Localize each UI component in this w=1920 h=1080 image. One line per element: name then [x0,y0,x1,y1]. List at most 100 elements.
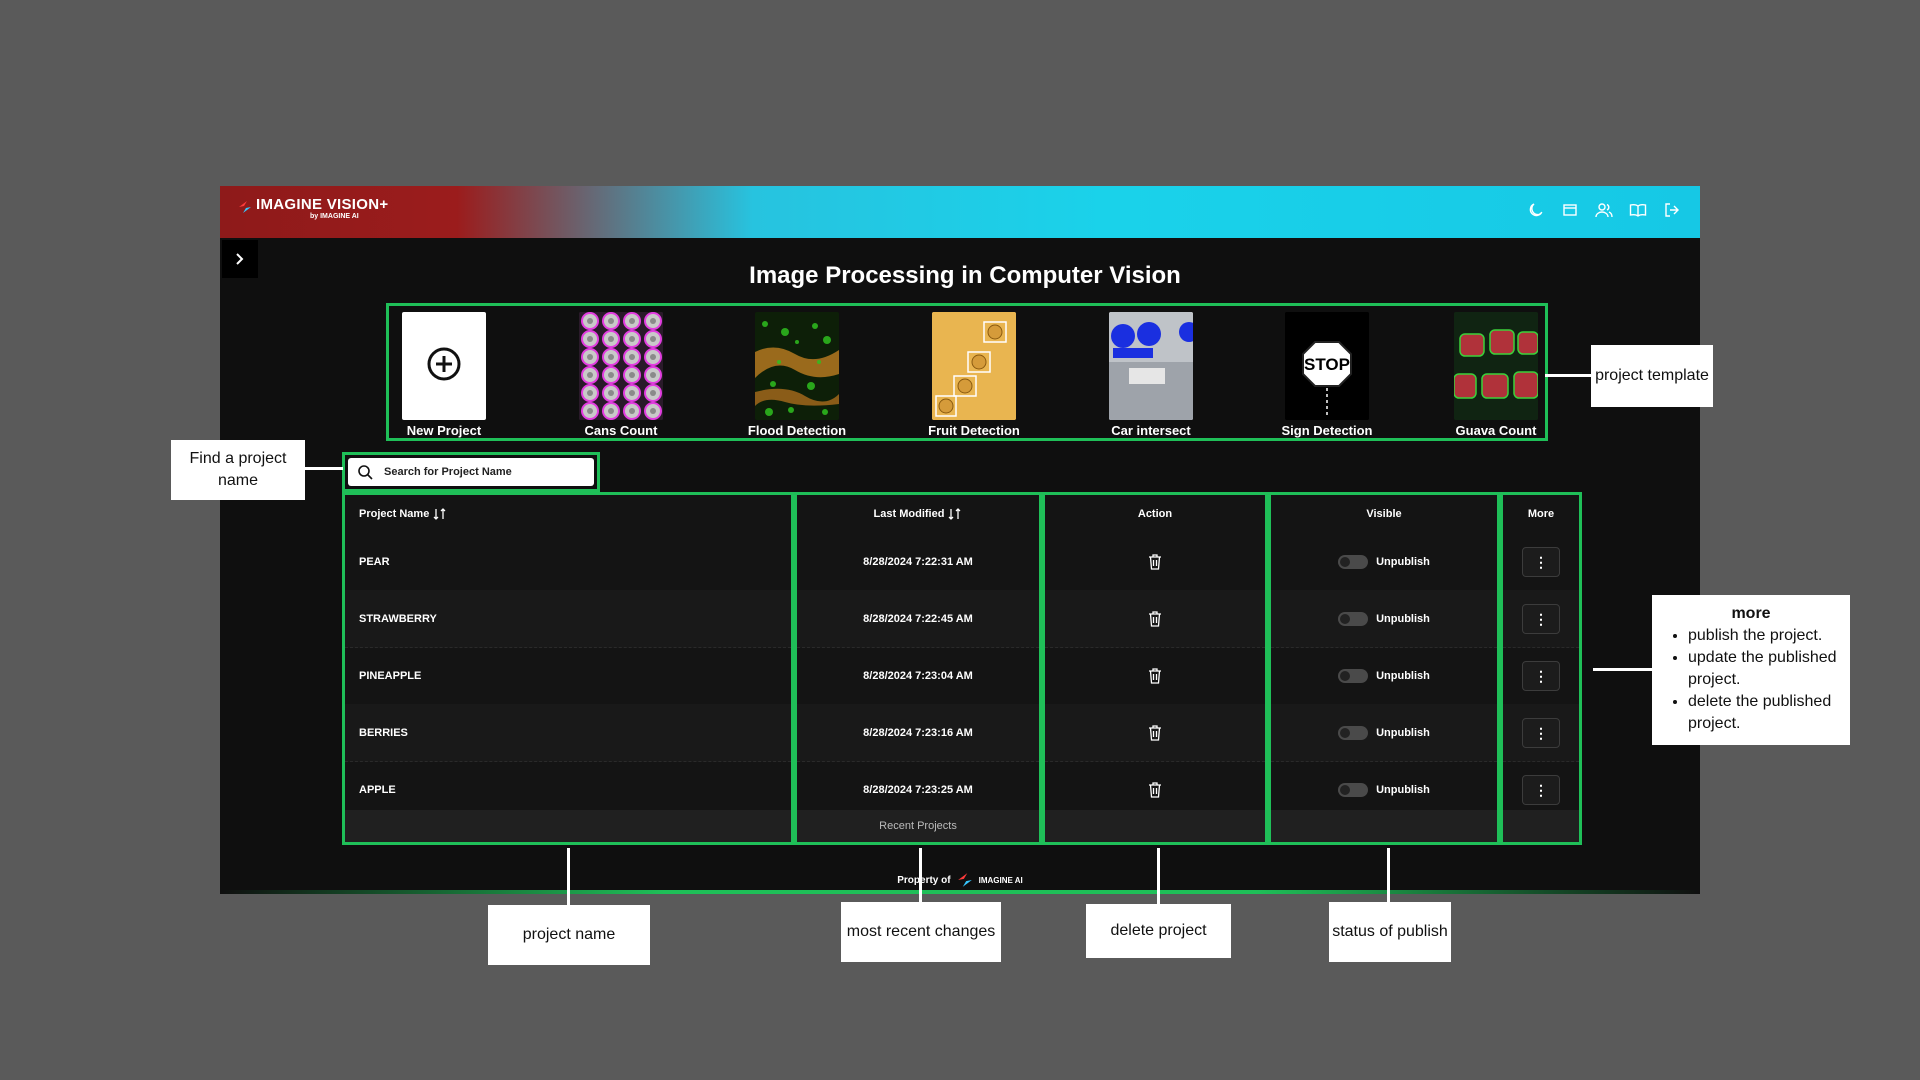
template-label: Sign Detection [1281,423,1373,438]
publish-status: Unpublish [1376,612,1430,625]
annotation-status-of-publish: status of publish [1329,902,1451,962]
app-logo[interactable]: IMAGINE VISION+ by IMAGINE AI [238,197,388,227]
svg-text:STOP: STOP [1304,355,1350,374]
trash-icon[interactable] [1148,610,1162,627]
annotation-project-name: project name [488,905,650,965]
more-cell: ⋮ [1503,647,1579,705]
action-cell [1045,590,1265,648]
visible-cell: Unpublish [1271,704,1497,762]
annotation-more: more publish the project. update the pub… [1652,595,1850,745]
template-flood-detection[interactable]: Flood Detection [745,312,849,440]
annotation-delete-project: delete project [1086,904,1231,958]
visible-cell: Unpublish [1271,533,1497,591]
template-thumbnail [932,312,1016,420]
more-options-button[interactable]: ⋮ [1522,660,1560,691]
table-row[interactable]: PEAR [345,533,791,591]
users-icon[interactable] [1594,200,1614,220]
template-guava-count[interactable]: Guava Count [1444,312,1548,440]
publish-toggle[interactable] [1338,725,1369,740]
more-options-button[interactable]: ⋮ [1522,546,1560,577]
plus-circle-icon [427,347,461,381]
window-icon[interactable] [1560,200,1580,220]
more-options-button[interactable]: ⋮ [1522,717,1560,748]
publish-status: Unpublish [1376,783,1430,796]
trash-icon[interactable] [1148,667,1162,684]
template-new-project[interactable]: New Project [392,312,496,440]
search-icon [348,464,382,480]
list-item: publish the project. [1688,625,1842,647]
sort-icon[interactable] [433,508,447,520]
visible-cell: Unpublish [1271,647,1497,705]
trash-icon[interactable] [1148,781,1162,798]
car-image [1109,312,1193,420]
header-more: More [1503,495,1579,533]
annotation-find-project: Find a project name [171,440,305,500]
modified-cell: 8/28/2024 7:22:45 AM [797,590,1039,648]
logo-subtitle: by IMAGINE AI [310,213,359,220]
logout-icon[interactable] [1662,200,1682,220]
column-action: Action [1042,492,1268,845]
annotation-more-title: more [1731,605,1771,622]
more-options-button[interactable]: ⋮ [1522,774,1560,805]
header-project-name[interactable]: Project Name [345,495,791,533]
annotation-project-template: project template [1591,345,1713,407]
visible-cell: Unpublish [1271,590,1497,648]
header-action: Action [1045,495,1265,533]
table-footer [1045,810,1265,842]
app-screenshot: IMAGINE VISION+ by IMAGINE AI Image Proc… [220,186,1700,894]
table-footer [1271,810,1497,842]
template-car-intersect[interactable]: Car intersect [1099,312,1203,440]
modified-cell: 8/28/2024 7:23:04 AM [797,647,1039,705]
publish-toggle[interactable] [1338,782,1369,797]
search-input[interactable] [382,465,576,479]
trash-icon[interactable] [1148,553,1162,570]
sort-icon[interactable] [948,508,962,520]
table-row[interactable]: STRAWBERRY [345,590,791,648]
book-icon[interactable] [1628,200,1648,220]
template-fruit-detection[interactable]: Fruit Detection [922,312,1026,440]
publish-status: Unpublish [1376,726,1430,739]
cans-image [579,312,663,420]
search-box[interactable] [348,458,594,486]
annotation-connector [305,467,343,470]
publish-toggle[interactable] [1338,611,1369,626]
modified-cell: 8/28/2024 7:23:16 AM [797,704,1039,762]
action-cell [1045,647,1265,705]
column-last-modified: Last Modified 8/28/2024 7:22:31 AM 8/28/… [794,492,1042,845]
template-label: Fruit Detection [928,423,1020,438]
annotation-more-list: publish the project. update the publishe… [1660,625,1842,735]
action-cell [1045,533,1265,591]
more-cell: ⋮ [1503,590,1579,648]
header-last-modified[interactable]: Last Modified [797,495,1039,533]
moon-icon[interactable] [1526,200,1546,220]
logo-mark-icon [239,201,251,213]
template-sign-detection[interactable]: STOP Sign Detection [1275,312,1379,440]
annotation-connector [1157,848,1160,904]
action-cell [1045,704,1265,762]
template-strip: New Project Cans Count Flood Detection F… [386,303,1548,441]
projects-table: Project Name PEAR STRAWBERRY PINEAPPLE B… [342,492,1592,845]
more-cell: ⋮ [1503,533,1579,591]
fruit-image [932,312,1016,420]
trash-icon[interactable] [1148,724,1162,741]
template-cans-count[interactable]: Cans Count [569,312,673,440]
stop-sign-image: STOP [1285,312,1369,420]
table-footer-label: Recent Projects [797,810,1039,842]
publish-status: Unpublish [1376,555,1430,568]
column-more: More ⋮ ⋮ ⋮ ⋮ ⋮ [1500,492,1582,845]
table-row[interactable]: BERRIES [345,704,791,762]
template-thumbnail: STOP [1285,312,1369,420]
footer-logo-text: IMAGINE AI [978,875,1023,885]
template-label: New Project [406,423,482,438]
template-thumbnail [755,312,839,420]
more-options-button[interactable]: ⋮ [1522,603,1560,634]
publish-toggle[interactable] [1338,554,1369,569]
guava-image [1454,312,1538,420]
publish-toggle[interactable] [1338,668,1369,683]
list-item: update the published project. [1688,647,1842,691]
imagine-ai-logo-icon [957,873,972,887]
table-row[interactable]: PINEAPPLE [345,647,791,705]
top-icons [1526,200,1682,220]
template-thumbnail [1454,312,1538,420]
table-footer [345,810,791,842]
